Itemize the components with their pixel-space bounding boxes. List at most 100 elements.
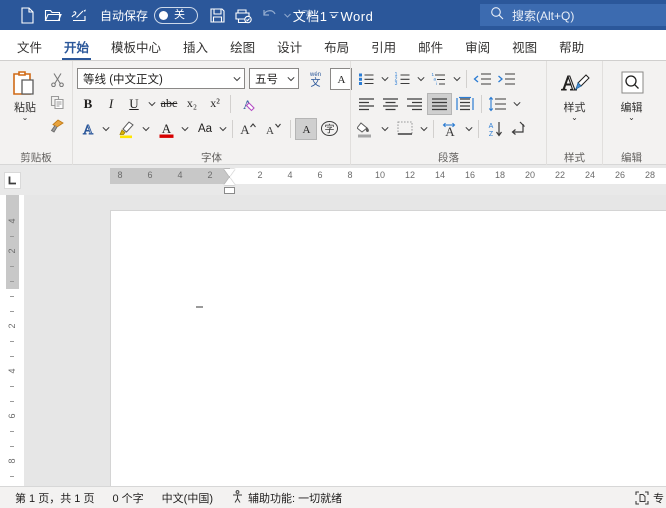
shrink-font-button[interactable]: A [262, 118, 286, 140]
line-spacing-dropdown-icon[interactable] [511, 94, 522, 114]
page-canvas[interactable] [24, 195, 666, 486]
borders-button[interactable] [394, 118, 417, 140]
left-indent-marker[interactable] [224, 187, 235, 194]
tab-file[interactable]: 文件 [6, 32, 53, 60]
multilevel-dropdown-icon[interactable] [451, 69, 462, 89]
subscript-glyph: x₂ [186, 96, 198, 110]
shading-button[interactable] [355, 118, 378, 140]
numbering-button[interactable]: 123 [391, 68, 414, 90]
show-marks-button[interactable] [508, 118, 532, 140]
vruler-tick [10, 476, 14, 477]
undo-dropdown-icon[interactable] [282, 3, 292, 27]
character-shading-button[interactable]: A [295, 117, 317, 140]
print-preview-icon[interactable] [230, 3, 256, 27]
align-center-button[interactable] [379, 93, 402, 115]
numbering-dropdown-icon[interactable] [415, 69, 426, 89]
tab-template-center[interactable]: 模板中心 [100, 32, 172, 60]
styles-dropdown-icon[interactable]: ⌄ [571, 114, 578, 122]
document-page[interactable] [110, 210, 666, 486]
editing-button[interactable]: 编辑 ⌄ [609, 64, 655, 122]
new-file-icon[interactable] [14, 3, 40, 27]
ruler-number: 20 [524, 170, 536, 180]
asian-layout-button[interactable]: A [438, 118, 462, 140]
sort-button[interactable]: AZ [483, 118, 507, 140]
change-case-dropdown-icon[interactable] [217, 119, 228, 139]
phonetic-guide-button[interactable]: wén 文 [304, 68, 327, 90]
increase-indent-button[interactable] [495, 68, 518, 90]
vertical-ruler[interactable]: 4 2 2 4 6 8 [0, 195, 24, 486]
highlight-color-button[interactable] [115, 118, 139, 140]
font-color-dropdown-icon[interactable] [179, 119, 190, 139]
asian-layout-dropdown-icon[interactable] [463, 119, 474, 139]
accessibility-status[interactable]: 辅助功能: 一切就绪 [222, 489, 351, 506]
paragraph-group-label: 段落 [438, 152, 459, 164]
justify-button[interactable] [427, 92, 452, 115]
editing-dropdown-icon[interactable]: ⌄ [628, 114, 635, 122]
open-folder-icon[interactable] [40, 3, 66, 27]
redo-icon[interactable] [292, 3, 318, 27]
bullets-button[interactable] [355, 68, 378, 90]
tab-review[interactable]: 审阅 [454, 32, 501, 60]
text-effects-button[interactable]: A [77, 118, 99, 140]
tab-mailings[interactable]: 邮件 [407, 32, 454, 60]
strikethrough-button[interactable]: abc [158, 93, 180, 115]
font-name-combo[interactable]: 等线 (中文正文) [77, 68, 245, 89]
hanging-indent-marker[interactable] [224, 178, 235, 185]
superscript-button[interactable]: x² [204, 93, 226, 115]
enclose-character-button[interactable]: 字 [318, 118, 341, 140]
distribute-button[interactable] [453, 93, 477, 115]
text-effects-dropdown-icon[interactable] [100, 119, 111, 139]
language-status[interactable]: 中文(中国) [153, 490, 222, 506]
horizontal-ruler[interactable]: 8 6 4 2 2 4 6 8 10 12 14 16 18 20 22 24 … [24, 165, 666, 195]
chevron-down-icon[interactable] [285, 69, 296, 89]
tab-draw[interactable]: 绘图 [219, 32, 266, 60]
focus-mode-label[interactable]: 专 [653, 490, 664, 506]
font-color-button[interactable]: A [155, 118, 178, 140]
paste-button[interactable]: 粘贴 ⌄ [4, 64, 46, 122]
word-count-status[interactable]: 0 个字 [103, 490, 152, 506]
clear-formatting-button[interactable]: A [235, 93, 259, 115]
tab-insert[interactable]: 插入 [172, 32, 219, 60]
font-size-combo[interactable]: 五号 [249, 68, 299, 89]
autosave-toggle[interactable]: 关 [154, 6, 199, 24]
change-case-button[interactable]: Aa [194, 118, 216, 140]
tab-references[interactable]: 引用 [360, 32, 407, 60]
tab-stop-selector[interactable] [0, 165, 24, 195]
paste-dropdown-icon[interactable]: ⌄ [22, 114, 29, 122]
touch-write-icon[interactable] [66, 3, 92, 27]
align-right-button[interactable] [403, 93, 426, 115]
character-border-button[interactable]: A [330, 67, 352, 90]
italic-button[interactable]: I [100, 93, 122, 115]
divider [478, 119, 479, 138]
undo-icon[interactable] [256, 3, 282, 27]
subscript-button[interactable]: x₂ [181, 93, 203, 115]
first-line-indent-marker[interactable] [224, 169, 235, 176]
format-painter-button[interactable] [46, 115, 68, 135]
tab-design[interactable]: 设计 [266, 32, 313, 60]
grow-font-button[interactable]: A [237, 118, 261, 140]
underline-button[interactable]: U [123, 93, 145, 115]
styles-button[interactable]: A 样式 ⌄ [552, 64, 598, 122]
line-spacing-button[interactable] [486, 93, 510, 115]
tab-home[interactable]: 开始 [53, 32, 100, 60]
tab-help[interactable]: 帮助 [548, 32, 595, 60]
search-box[interactable]: 搜索(Alt+Q) [480, 4, 666, 26]
tab-layout[interactable]: 布局 [313, 32, 360, 60]
underline-dropdown-icon[interactable] [146, 94, 157, 114]
copy-button[interactable] [46, 92, 68, 112]
multilevel-list-button[interactable]: 1ai [427, 68, 450, 90]
borders-dropdown-icon[interactable] [418, 119, 429, 139]
highlight-dropdown-icon[interactable] [140, 119, 151, 139]
focus-mode-icon[interactable] [633, 489, 651, 507]
customize-quick-access-icon[interactable] [322, 11, 346, 19]
align-left-button[interactable] [355, 93, 378, 115]
bullets-dropdown-icon[interactable] [379, 69, 390, 89]
shading-dropdown-icon[interactable] [379, 119, 390, 139]
chevron-down-icon[interactable] [231, 69, 242, 89]
bold-button[interactable]: B [77, 93, 99, 115]
cut-button[interactable] [46, 69, 68, 89]
decrease-indent-button[interactable] [471, 68, 494, 90]
tab-view[interactable]: 视图 [501, 32, 548, 60]
page-number-status[interactable]: 第 1 页，共 1 页 [6, 490, 103, 506]
save-icon[interactable] [204, 3, 230, 27]
